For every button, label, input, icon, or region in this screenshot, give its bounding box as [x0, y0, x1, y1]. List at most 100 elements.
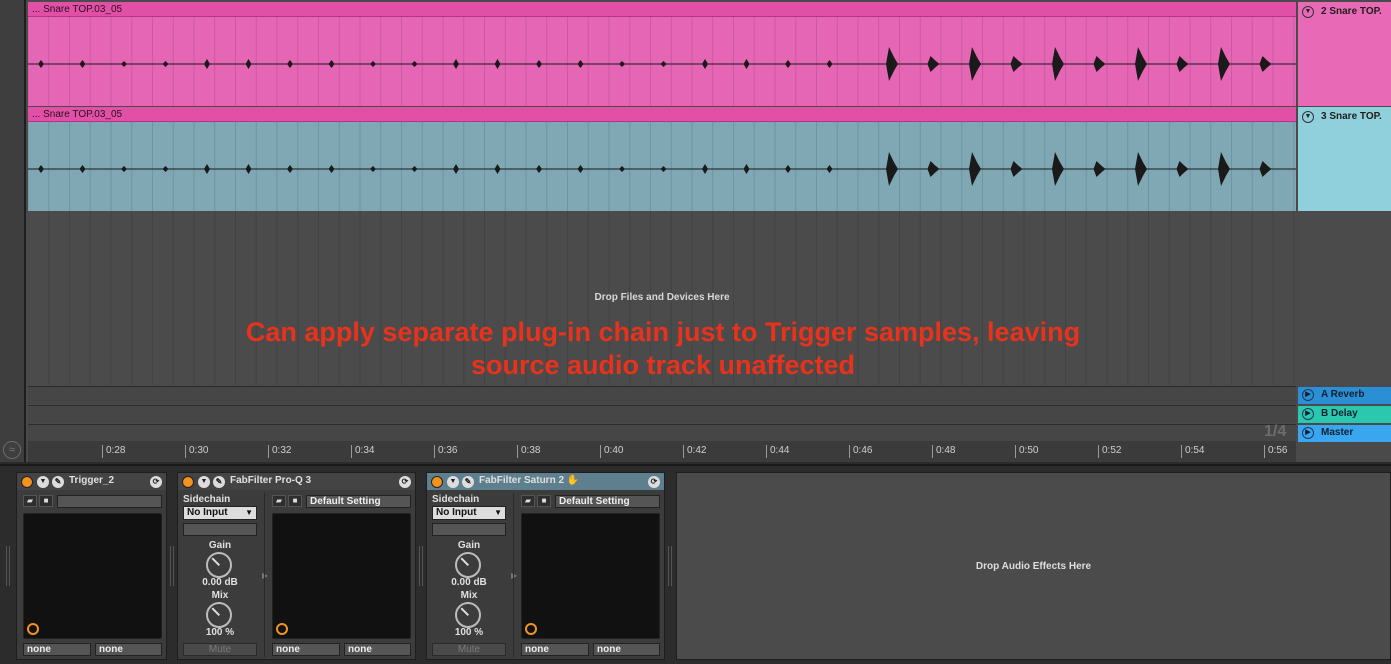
audio-clip[interactable] — [28, 122, 1296, 211]
mix-value: 100 % — [454, 627, 484, 638]
mix-knob[interactable] — [206, 602, 232, 628]
ruler-tick-label: 0:40 — [600, 445, 623, 458]
sidechain-select[interactable]: No Input ▼ — [183, 506, 257, 520]
sidechain-source-field[interactable] — [183, 523, 257, 536]
waveform-peak — [494, 164, 501, 174]
macro-right[interactable]: none — [344, 643, 411, 656]
device-title-bar[interactable]: ▼ ✎ FabFilter Saturn 2 ✋ ⟳ — [427, 473, 664, 490]
waveform-peak — [577, 60, 584, 68]
return-lane-delay[interactable] — [28, 405, 1296, 423]
save-icon[interactable]: ■ — [537, 495, 551, 507]
drag-handle[interactable] — [419, 546, 423, 586]
track-header-2[interactable]: ▼ 2 Snare TOP. — [1298, 2, 1391, 106]
device-saturn2[interactable]: ▼ ✎ FabFilter Saturn 2 ✋ ⟳ Sidechain No … — [426, 472, 665, 660]
macro-left[interactable]: none — [521, 643, 589, 656]
drag-handle[interactable] — [6, 546, 10, 586]
master-header[interactable]: ▶ Master — [1298, 425, 1391, 442]
track-lane-2[interactable]: ... Snare TOP.03_05 — [28, 2, 1296, 106]
save-icon[interactable]: ■ — [288, 495, 302, 507]
folder-icon[interactable]: ▰ — [272, 495, 286, 507]
waveform-peak — [785, 165, 791, 173]
drag-handle[interactable] — [668, 546, 672, 586]
gain-knob[interactable] — [455, 552, 481, 578]
waveform-peak — [162, 61, 169, 67]
drop-effects-zone[interactable]: Drop Audio Effects Here — [676, 472, 1391, 660]
sidechain-source-field[interactable] — [432, 523, 506, 536]
indicator-icon — [27, 623, 39, 635]
play-icon[interactable]: ▶ — [1302, 389, 1314, 401]
waveform — [28, 17, 1296, 106]
macro-right[interactable]: none — [95, 643, 162, 656]
power-icon[interactable] — [21, 476, 33, 488]
mute-button[interactable]: Mute — [432, 643, 506, 656]
device-trigger[interactable]: ▼ ✎ Trigger_2 ⟳ ▰ ■ none none — [16, 472, 167, 660]
waveform-peak — [1052, 152, 1064, 186]
mix-knob[interactable] — [455, 602, 481, 628]
folder-icon[interactable]: ▰ — [23, 495, 37, 507]
save-icon[interactable]: ■ — [39, 495, 53, 507]
audio-clip[interactable] — [28, 17, 1296, 106]
waveform-peak — [536, 165, 542, 173]
power-icon[interactable] — [431, 476, 443, 488]
waveform-peak — [785, 60, 791, 68]
preset-field[interactable]: Default Setting — [306, 495, 411, 508]
waveform-peak — [1010, 161, 1023, 177]
wrench-icon[interactable]: ✎ — [213, 476, 225, 488]
preset-field[interactable]: Default Setting — [555, 495, 660, 508]
drag-handle[interactable] — [170, 546, 174, 586]
follow-icon[interactable]: ≈ — [3, 441, 21, 459]
waveform-peak — [660, 166, 667, 172]
power-icon[interactable] — [182, 476, 194, 488]
track-lane-3[interactable]: ... Snare TOP.03_05 — [28, 107, 1296, 211]
waveform-peak — [743, 164, 750, 174]
plugin-display[interactable] — [272, 513, 411, 639]
ruler-tick-label: 0:50 — [1015, 445, 1038, 458]
return-lane-reverb[interactable] — [28, 386, 1296, 404]
track-name: 3 Snare TOP. — [1321, 111, 1382, 122]
track-header-3[interactable]: ▼ 3 Snare TOP. — [1298, 107, 1391, 211]
ruler-tick-label: 0:52 — [1098, 445, 1121, 458]
device-title-bar[interactable]: ▼ ✎ FabFilter Pro-Q 3 ⟳ — [178, 473, 415, 490]
return-header-delay[interactable]: ▶ B Delay — [1298, 406, 1391, 423]
sidechain-select[interactable]: No Input ▼ — [432, 506, 506, 520]
waveform-peak — [38, 60, 44, 68]
mute-button[interactable]: Mute — [183, 643, 257, 656]
fold-icon[interactable]: ▼ — [198, 476, 210, 488]
macro-left[interactable]: none — [23, 643, 91, 656]
device-title-bar[interactable]: ▼ ✎ Trigger_2 ⟳ — [17, 473, 166, 490]
macro-right[interactable]: none — [593, 643, 660, 656]
wrench-icon[interactable]: ✎ — [52, 476, 64, 488]
play-icon[interactable]: ▶ — [1302, 427, 1314, 439]
preset-field[interactable] — [57, 495, 162, 508]
arrangement-view: ≈ ... Snare TOP.03_05 ... Snare TOP.03_0… — [0, 0, 1391, 462]
device-proq3[interactable]: ▼ ✎ FabFilter Pro-Q 3 ⟳ Sidechain No Inp… — [177, 472, 416, 660]
plugin-display[interactable] — [23, 513, 162, 639]
folder-icon[interactable]: ▰ — [521, 495, 535, 507]
wrench-icon[interactable]: ✎ — [462, 476, 474, 488]
chevron-down-icon[interactable]: ▼ — [1302, 6, 1314, 18]
master-name: Master — [1321, 427, 1354, 438]
waveform-peak — [287, 165, 293, 173]
gain-knob[interactable] — [206, 552, 232, 578]
master-lane[interactable] — [28, 424, 1296, 442]
macro-left[interactable]: none — [272, 643, 340, 656]
settings-icon[interactable]: ⟳ — [648, 476, 660, 488]
waveform-peak — [1010, 56, 1023, 72]
play-icon[interactable]: ▶ — [1302, 408, 1314, 420]
clip-title[interactable]: ... Snare TOP.03_05 — [28, 107, 1296, 122]
drop-effects-label: Drop Audio Effects Here — [975, 561, 1092, 572]
settings-icon[interactable]: ⟳ — [150, 476, 162, 488]
fold-icon[interactable]: ▼ — [447, 476, 459, 488]
time-ruler[interactable]: 0:28 0:30 0:32 0:34 0:36 0:38 0:40 0:42 0:44 0:46… — [28, 441, 1296, 462]
mix-value: 100 % — [205, 627, 235, 638]
annotation-line-2: source audio track unaffected — [470, 350, 856, 380]
clip-title[interactable]: ... Snare TOP.03_05 — [28, 2, 1296, 17]
return-header-reverb[interactable]: ▶ A Reverb — [1298, 387, 1391, 404]
plugin-display[interactable] — [521, 513, 660, 639]
fold-icon[interactable]: ▼ — [37, 476, 49, 488]
ruler-tick-label: 0:34 — [351, 445, 374, 458]
waveform-peak — [826, 60, 833, 68]
settings-icon[interactable]: ⟳ — [399, 476, 411, 488]
chevron-down-icon[interactable]: ▼ — [1302, 111, 1314, 123]
drop-zone[interactable]: Drop Files and Devices Here Can apply se… — [28, 212, 1296, 385]
